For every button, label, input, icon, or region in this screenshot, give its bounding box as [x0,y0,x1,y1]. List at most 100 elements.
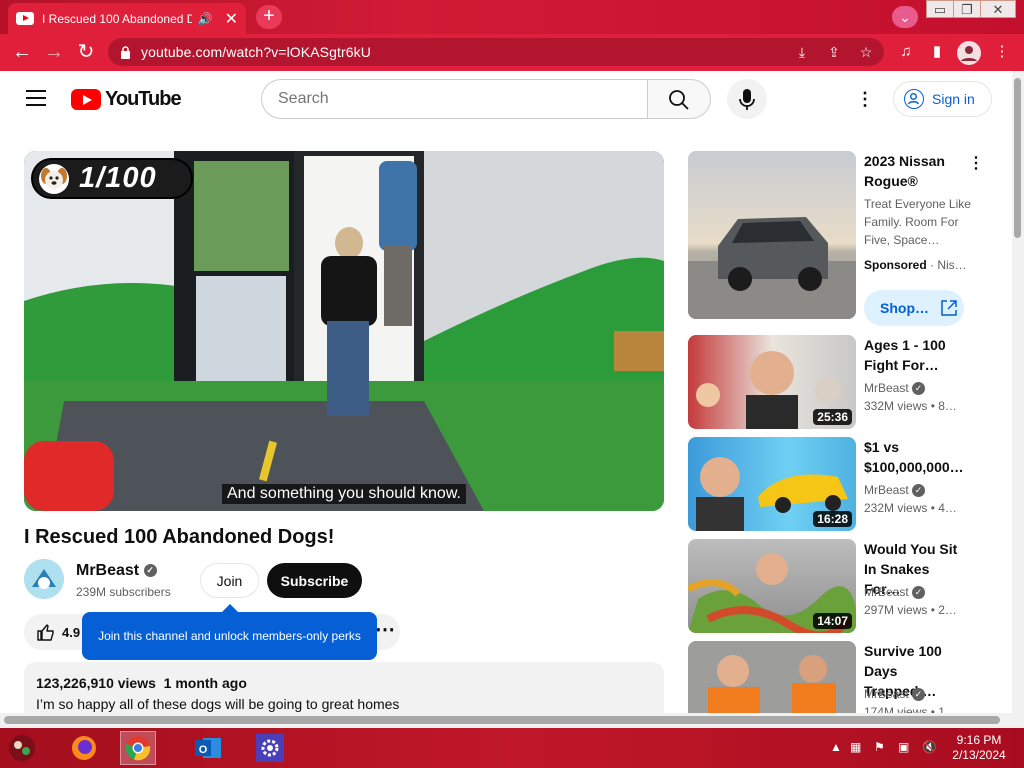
start-button[interactable] [4,731,40,765]
video-frame [24,151,664,511]
side-panel-icon[interactable]: ▮ [926,42,948,62]
verified-check-icon: ✓ [143,564,157,578]
firefox-taskbar-icon[interactable] [66,731,102,765]
profile-avatar-icon[interactable] [957,41,981,65]
action-center-icon[interactable]: ▦ [850,740,861,754]
settings-taskbar-icon[interactable] [252,731,288,765]
sidebar-video-channel: MrBeast ✓ [864,585,926,600]
channel-name[interactable]: MrBeast ✓ [76,562,157,580]
outlook-taskbar-icon[interactable]: O [190,731,226,765]
verified-check-icon: ✓ [912,586,926,600]
start-orb-icon [9,735,35,761]
verified-check-icon: ✓ [912,688,926,702]
youtube-logo-text: YouTube [105,88,182,110]
install-app-icon[interactable]: ⤓ [792,43,812,61]
sidebar-video-meta: 332M views • 8… [864,399,957,413]
youtube-play-logo-icon [71,89,101,110]
sidebar-video-channel: MrBeast ✓ [864,483,926,498]
clock-date: 2/13/2024 [952,748,1006,762]
shop-button[interactable]: Shop… [864,290,964,326]
channel-avatar[interactable] [24,559,64,599]
external-link-icon [941,300,957,316]
audio-playing-icon[interactable]: 🔊 [198,12,213,26]
dog-face-icon [39,163,69,194]
video-thumbnail[interactable]: 14:07 [688,539,856,633]
sign-in-button[interactable]: Sign in [893,81,992,117]
forward-arrow-icon[interactable]: → [42,40,66,64]
voice-search-button[interactable] [727,79,767,119]
verified-check-icon: ✓ [912,382,926,396]
minimize-window-button[interactable]: ▭ [926,0,954,18]
video-player[interactable] [24,151,664,511]
like-count: 4.9 [62,624,81,640]
sidebar-channel-text: MrBeast [864,585,909,599]
video-caption: And something you should know. [222,484,466,504]
upload-age: 1 month ago [163,675,247,691]
tab-search-icon[interactable]: ⌄ [892,6,918,28]
sidebar-video-meta: 297M views • 2… [864,603,957,617]
taskbar-clock[interactable]: 9:16 PM 2/13/2024 [948,733,1010,763]
sidebar-video-title[interactable]: $1 vs $100,000,000… [864,437,968,477]
ad-sponsored-label: Sponsored · Nis… [864,258,967,272]
description-box[interactable]: 123,226,910 views 1 month ago I’m so hap… [24,662,664,714]
view-count: 123,226,910 views [36,675,156,691]
video-thumbnail[interactable]: 25:36 [688,335,856,429]
chrome-taskbar-icon[interactable] [120,731,156,765]
close-window-button[interactable]: ✕ [980,0,1016,18]
video-duration: 16:28 [813,511,852,527]
back-arrow-icon[interactable]: ← [10,40,34,64]
ad-thumbnail[interactable] [688,151,856,319]
bookmark-star-icon[interactable]: ☆ [856,43,876,61]
share-icon[interactable]: ⇪ [824,43,844,61]
youtube-logo[interactable]: YouTube [71,88,182,111]
sidebar-video-title[interactable]: Ages 1 - 100 Fight For… [864,335,968,375]
lock-icon[interactable] [120,45,131,59]
ad-title[interactable]: 2023 Nissan Rogue® [864,151,964,191]
dog-counter-badge: 1/100 [31,158,193,199]
hamburger-menu-icon[interactable] [26,90,46,106]
volume-muted-icon[interactable]: 🔇 [922,740,937,754]
show-hidden-icons-icon[interactable]: ▲ [830,740,842,754]
description-text: I’m so happy all of these dogs will be g… [36,696,400,712]
close-tab-icon[interactable]: ✕ [225,9,238,29]
sponsored-text: Sponsored [864,258,927,272]
search-button[interactable] [647,79,711,119]
ad-description: Treat Everyone Like Family. Room For Fiv… [864,197,971,247]
restore-window-button[interactable]: ❐ [953,0,981,18]
sidebar-channel-text: MrBeast [864,483,909,497]
video-title: I Rescued 100 Abandoned Dogs! [24,526,335,548]
new-tab-button[interactable]: + [256,5,282,29]
url-text: youtube.com/watch?v=lOKASgtr6kU [141,44,371,60]
description-stats: 123,226,910 views 1 month ago [36,675,652,691]
settings-more-icon[interactable]: ⋮ [855,88,875,110]
browser-menu-icon[interactable]: ⋮ [991,42,1013,62]
microphone-icon [739,89,755,110]
subscribe-button[interactable]: Subscribe [267,563,362,598]
clock-time: 9:16 PM [956,733,1002,747]
verified-check-icon: ✓ [912,484,926,498]
dog-counter-text: 1/100 [79,162,157,194]
subscriber-count: 239M subscribers [76,585,171,599]
video-thumbnail[interactable]: 16:28 [688,437,856,531]
browser-tab-active[interactable]: I Rescued 100 Abandoned D 🔊 ✕ [8,3,246,34]
media-control-icon[interactable]: ♫ [895,42,917,62]
sidebar-channel-text: MrBeast [864,381,909,395]
thumbs-up-icon [37,624,54,641]
join-button[interactable]: Join [200,563,259,598]
network-icon[interactable]: ▣ [898,740,909,754]
vertical-scrollbar-thumb[interactable] [1014,78,1021,238]
video-duration: 14:07 [813,613,852,629]
search-icon [669,90,689,110]
flag-icon[interactable]: ⚑ [874,740,885,754]
tab-title: I Rescued 100 Abandoned D [42,11,192,26]
video-thumbnail[interactable] [688,641,856,713]
sidebar-channel-text: MrBeast [864,687,909,701]
horizontal-scrollbar-thumb[interactable] [4,716,1000,724]
search-input[interactable] [261,79,649,119]
reload-icon[interactable]: ↻ [74,40,98,64]
address-bar[interactable]: youtube.com/watch?v=lOKASgtr6kU [108,38,884,66]
ad-menu-icon[interactable]: ⋮ [968,153,984,173]
advertiser-name: Nis… [937,258,967,272]
youtube-favicon-icon [16,12,34,25]
join-tooltip: Join this channel and unlock members-onl… [82,604,377,660]
